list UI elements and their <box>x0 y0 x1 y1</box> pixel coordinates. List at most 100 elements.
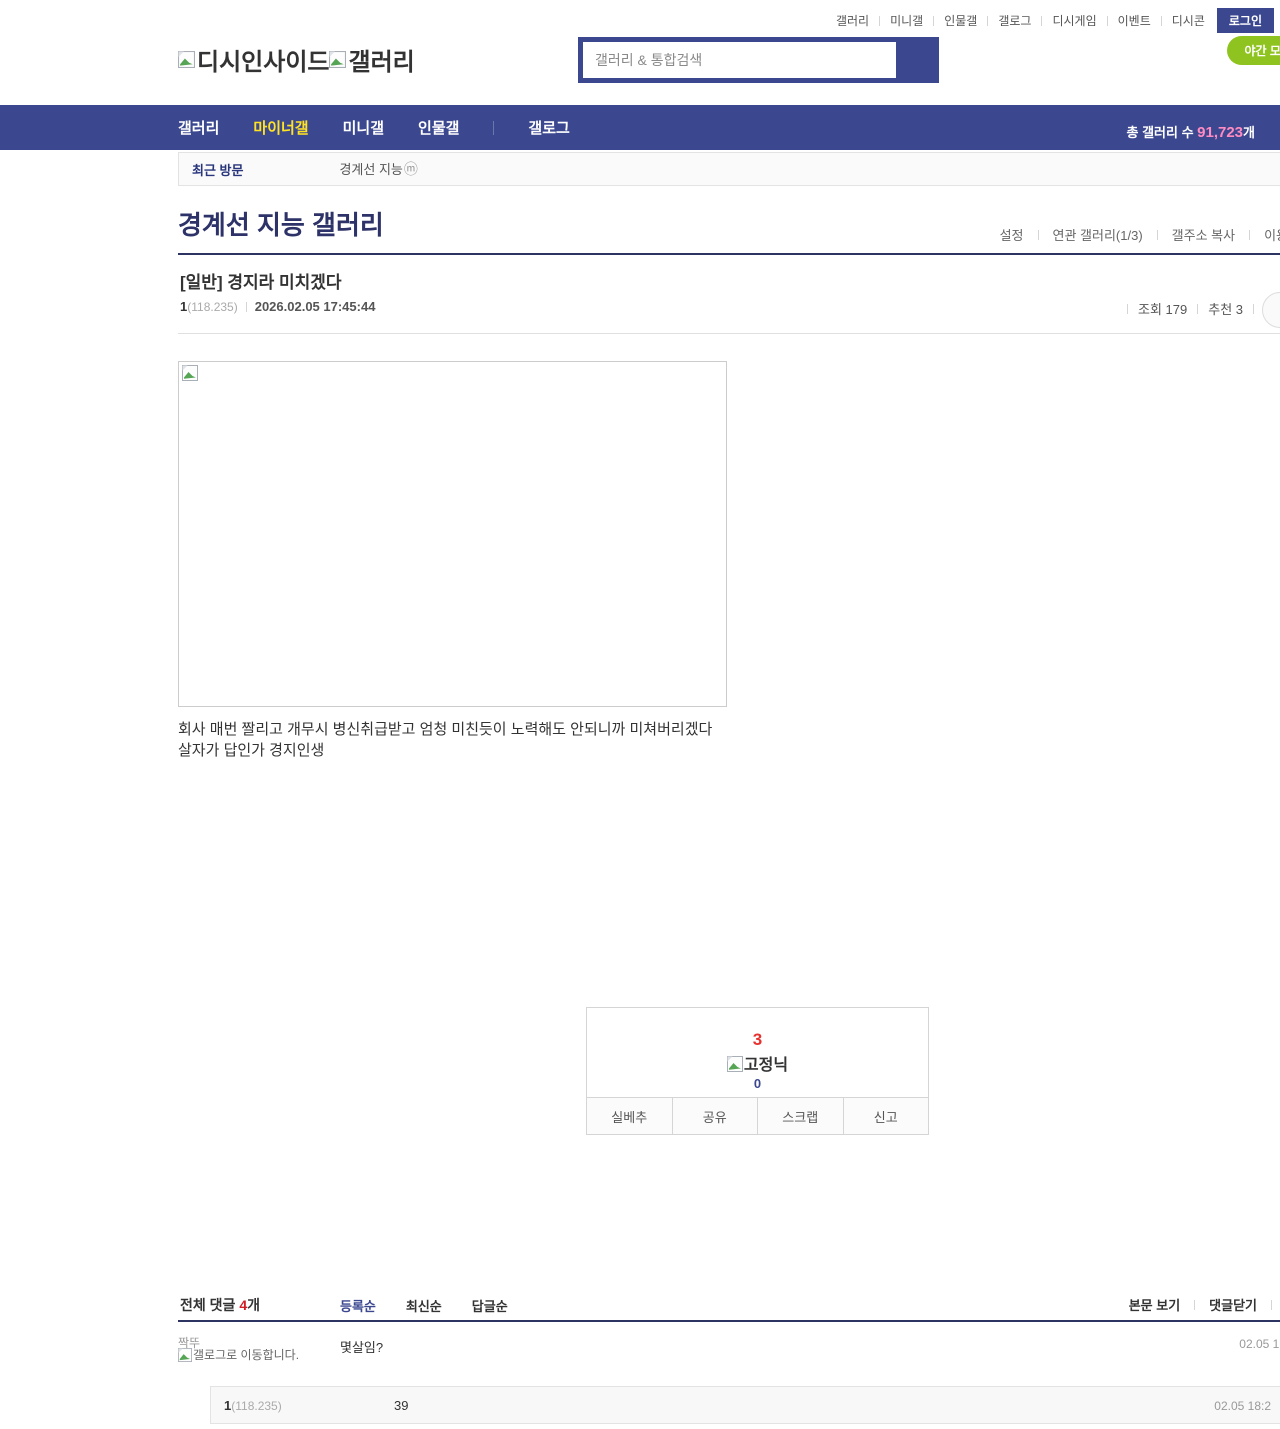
gallery-title[interactable]: 경계선 지능 갤러리 <box>178 205 384 242</box>
login-button[interactable]: 로그인 <box>1216 8 1274 33</box>
gallery-header-links: 설정 연관 갤러리(1/3) 갤주소 복사 이용 <box>994 225 1280 244</box>
reply-date: 02.05 18:2 <box>1214 1399 1271 1413</box>
gnb-item-gallog[interactable]: 갤로그 <box>528 117 569 138</box>
reply-author[interactable]: 1(118.235) <box>224 1398 282 1413</box>
top-utility-bar: 갤러리 미니갤 인물갤 갤로그 디시게임 이벤트 디시콘 로그인 <box>834 8 1280 33</box>
total-gallery-number: 91,723 <box>1197 124 1244 141</box>
divider <box>1041 15 1043 26</box>
logo-text-dcinside: 디시인사이드 <box>197 49 330 76</box>
comments-total-label: 전체 댓글 <box>180 1297 240 1313</box>
post-writer[interactable]: 1(118.235) <box>180 299 238 314</box>
view-post-body-link[interactable]: 본문 보기 <box>1123 1295 1186 1314</box>
divider <box>1194 1299 1196 1310</box>
topbar-link-event[interactable]: 이벤트 <box>1116 12 1153 29</box>
recommend-up-count: 3 <box>752 1030 763 1049</box>
divider <box>1106 15 1108 26</box>
divider <box>987 15 989 26</box>
gnb-item-minigall[interactable]: 미니갤 <box>343 117 384 138</box>
gnb-item-minorgall[interactable]: 마이너갤 <box>253 117 308 138</box>
topbar-link-dccon[interactable]: 디시콘 <box>1170 12 1207 29</box>
post-writer-info: 1(118.235) 2026.02.05 17:45:44 <box>180 299 375 314</box>
search-input[interactable] <box>583 42 896 78</box>
topbar-link-dcgame[interactable]: 디시게임 <box>1050 12 1098 29</box>
gnb-item-gallery[interactable]: 갤러리 <box>178 117 219 138</box>
usage-guide-link[interactable]: 이용 <box>1258 225 1280 244</box>
post-date: 2026.02.05 17:45:44 <box>254 299 376 314</box>
recent-visit-gallery-name: 경계선 지능 <box>339 162 403 177</box>
recent-visit-bar: 최근 방문 경계선 지능ⓜ <box>178 152 1280 186</box>
recent-visit-gallery-link[interactable]: 경계선 지능ⓜ <box>339 159 417 179</box>
comments-right-links: 본문 보기 댓글닫기 <box>1123 1295 1280 1314</box>
divider <box>1253 303 1254 314</box>
topbar-link-gallog[interactable]: 갤로그 <box>996 12 1033 29</box>
night-mode-button[interactable]: 야간 모드 <box>1226 36 1280 65</box>
comment-author-gallog-link[interactable]: 갤로그로 이동합니다. <box>178 1348 312 1363</box>
view-count: 조회 179 <box>1138 302 1188 317</box>
total-gallery-count: 총 갤러리 수 91,723개 <box>1127 122 1256 141</box>
divider <box>933 15 935 26</box>
search-box <box>578 37 939 83</box>
reply-author-ip: (118.235) <box>231 1399 282 1413</box>
divider <box>1156 229 1158 240</box>
recent-visit-label[interactable]: 최근 방문 <box>192 160 243 179</box>
gnb-item-persongall[interactable]: 인물갤 <box>418 117 459 138</box>
dcinside-gallery-page: 갤러리 미니갤 인물갤 갤로그 디시게임 이벤트 디시콘 로그인 야간 모드 디… <box>0 0 1280 1429</box>
divider <box>1127 303 1128 314</box>
divider <box>1271 1299 1272 1310</box>
sort-by-newest[interactable]: 최신순 <box>406 1296 442 1315</box>
fixed-nick-recommend[interactable]: 고정닉 <box>587 1051 928 1075</box>
sort-by-registered[interactable]: 등록순 <box>340 1296 376 1315</box>
sort-by-reply[interactable]: 답글순 <box>472 1296 508 1315</box>
global-nav-bar: 갤러리 마이너갤 미니갤 인물갤 갤로그 총 갤러리 수 91,723개 <box>0 105 1280 150</box>
total-gallery-suffix: 개 <box>1243 125 1255 140</box>
search-button[interactable] <box>896 37 939 83</box>
comments-total-count: 4 <box>239 1297 248 1313</box>
divider <box>1160 15 1162 26</box>
divider <box>493 120 495 135</box>
recommend-box: 3 고정닉 0 실베추 공유 스크랩 신고 <box>586 1007 929 1135</box>
post-body-line2: 살자가 답인가 경지인생 <box>178 742 325 759</box>
recommend-count: 추천 3 <box>1208 302 1243 317</box>
divider <box>1249 229 1251 240</box>
broken-image-icon <box>329 51 347 68</box>
post-body-line1: 회사 매번 짤리고 개무시 병신취급받고 엄청 미친듯이 노력해도 안되니까 미… <box>178 721 713 738</box>
comments-divider <box>178 1320 1280 1322</box>
gallog-link-label: 갤로그로 이동합니다. <box>193 1348 300 1362</box>
topbar-link-minigall[interactable]: 미니갤 <box>888 12 925 29</box>
divider <box>245 301 247 312</box>
silbechu-button[interactable]: 실베추 <box>587 1098 672 1134</box>
copy-gallery-url-link[interactable]: 갤주소 복사 <box>1166 225 1241 244</box>
post-header: [일반] 경지라 미치겠다 1(118.235) 2026.02.05 17:4… <box>178 253 1280 334</box>
broken-image-icon <box>182 365 198 381</box>
scrap-button[interactable]: 스크랩 <box>757 1098 843 1134</box>
recommend-down-count: 0 <box>753 1076 762 1091</box>
broken-image-icon <box>178 1348 192 1362</box>
share-button[interactable]: 공유 <box>671 1098 758 1134</box>
broken-image-icon <box>178 51 195 68</box>
comments-total-suffix: 개 <box>247 1297 260 1313</box>
topbar-link-gallery[interactable]: 갤러리 <box>834 12 871 29</box>
logo-text-gallery: 갤러리 <box>348 49 415 76</box>
minor-gallery-badge-icon: ⓜ <box>403 161 418 177</box>
related-galleries-link[interactable]: 연관 갤러리(1/3) <box>1047 225 1149 244</box>
reply-text: 39 <box>394 1398 409 1413</box>
comments-header: 전체 댓글 4개 등록순 최신순 답글순 본문 보기 댓글닫기 <box>178 1293 1280 1320</box>
divider <box>1037 229 1039 240</box>
reply-comment-row: 1(118.235) 39 02.05 18:2 <box>210 1386 1280 1424</box>
report-button[interactable]: 신고 <box>842 1098 929 1134</box>
comment-date: 02.05 17 <box>1239 1337 1280 1351</box>
site-logo[interactable]: 디시인사이드 갤러리 <box>178 42 415 77</box>
close-comments-link[interactable]: 댓글닫기 <box>1203 1295 1263 1314</box>
gallery-settings-link[interactable]: 설정 <box>994 225 1030 244</box>
comments-total: 전체 댓글 4개 <box>180 1295 260 1315</box>
comment-text: 몇살임? <box>340 1340 384 1355</box>
post-action-buttons: 실베추 공유 스크랩 신고 <box>587 1097 928 1134</box>
post-body-text: 회사 매번 짤리고 개무시 병신취급받고 엄청 미친듯이 노력해도 안되니까 미… <box>178 719 712 761</box>
topbar-link-persongall[interactable]: 인물갤 <box>942 12 979 29</box>
post-counts: 조회 179 추천 3 <box>1117 299 1264 318</box>
post-image-placeholder[interactable] <box>178 361 727 707</box>
divider <box>879 15 881 26</box>
gnb-menu: 갤러리 마이너갤 미니갤 인물갤 갤로그 <box>178 105 604 150</box>
divider <box>1197 303 1199 314</box>
fixed-nick-label: 고정닉 <box>743 1057 789 1074</box>
